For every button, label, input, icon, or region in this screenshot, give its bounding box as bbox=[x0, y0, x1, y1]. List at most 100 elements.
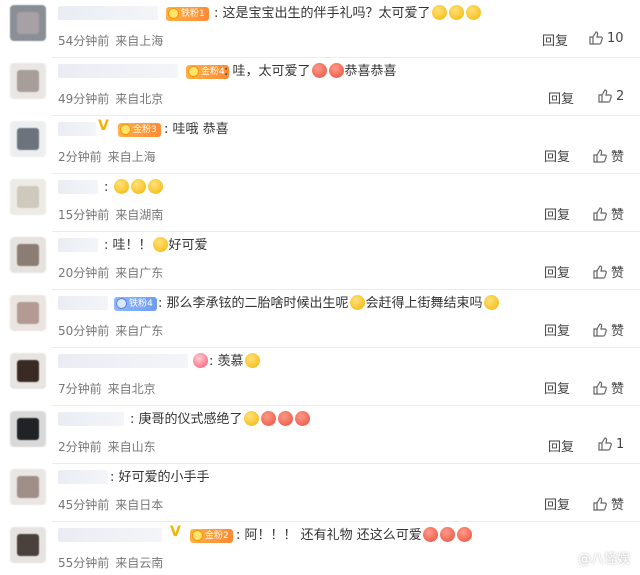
username-blurred[interactable] bbox=[58, 64, 178, 78]
thumbs-up-icon bbox=[589, 31, 603, 45]
comment-time: 15分钟前 bbox=[58, 208, 110, 222]
reply-button[interactable]: 回复 bbox=[544, 378, 570, 397]
comment-time: 50分钟前 bbox=[58, 324, 110, 338]
thumbs-up-icon bbox=[598, 89, 612, 103]
emoji-icon bbox=[193, 353, 208, 368]
emoji-icon bbox=[260, 411, 276, 426]
reply-button[interactable]: 回复 bbox=[544, 146, 570, 165]
username-blurred[interactable] bbox=[58, 412, 124, 426]
username-blurred[interactable] bbox=[58, 354, 188, 368]
thumbs-up-icon bbox=[593, 264, 607, 279]
emoji-icon bbox=[294, 411, 310, 426]
comment-list: 铁粉1 : 这是宝宝出生的伴手礼吗？太可爱了 54分钟前 来自上海 回复 10 金… bbox=[0, 0, 640, 575]
emoji-icon bbox=[422, 527, 438, 542]
reply-button[interactable]: 回复 bbox=[548, 436, 574, 455]
username-blurred[interactable] bbox=[58, 6, 158, 20]
comment-row: : 15分钟前 来自湖南 回复 赞 bbox=[0, 174, 640, 232]
watermark-logo-icon bbox=[557, 549, 574, 566]
like-button[interactable]: 赞 bbox=[592, 262, 624, 281]
comment-location: 来自上海 bbox=[107, 150, 156, 164]
comment-location: 来自山东 bbox=[107, 440, 156, 454]
comment-meta: 49分钟前 来自北京 bbox=[58, 90, 163, 107]
fan-badge-label: 金粉3 bbox=[133, 125, 157, 135]
username-blurred[interactable] bbox=[58, 122, 96, 136]
comment-text: : 哇！！ 好可爱 bbox=[104, 237, 208, 253]
like-button[interactable]: 赞 bbox=[592, 146, 624, 165]
comment-text: : 哇哦 恭喜 bbox=[164, 122, 229, 137]
comment-location: 来自北京 bbox=[107, 382, 156, 396]
reply-button[interactable]: 回复 bbox=[544, 320, 570, 339]
avatar[interactable] bbox=[10, 63, 46, 99]
comment-body: 哇，太可爱了 bbox=[232, 64, 311, 79]
comment-time: 45分钟前 bbox=[58, 498, 110, 512]
like-button[interactable]: 赞 bbox=[592, 320, 624, 339]
reply-button[interactable]: 回复 bbox=[542, 30, 568, 49]
comment-text: : 阿！！！ 还有礼物 还这么可爱 bbox=[236, 526, 473, 546]
emoji-icon bbox=[456, 527, 472, 542]
comment-text: : 那么李承铉的二胎啥时候出生呢 会赶得上街舞结束吗 bbox=[158, 294, 500, 314]
emoji-icon bbox=[243, 411, 259, 426]
comment-row: : 庚哥的仪式感绝了 2分钟前 来自山东 回复 1 bbox=[0, 406, 640, 464]
avatar[interactable] bbox=[10, 469, 46, 505]
avatar[interactable] bbox=[10, 411, 46, 447]
thumbs-up-icon bbox=[593, 380, 607, 395]
comment-text: : 羡慕 bbox=[192, 352, 261, 372]
avatar[interactable] bbox=[10, 527, 46, 563]
avatar[interactable] bbox=[10, 179, 46, 215]
comment-time: 49分钟前 bbox=[58, 92, 110, 106]
comment-body: 阿！！！ 还有礼物 还这么可爱 bbox=[244, 528, 422, 543]
emoji-icon bbox=[277, 411, 293, 426]
like-button[interactable]: 赞 bbox=[592, 494, 624, 513]
like-button[interactable]: 10 bbox=[588, 30, 624, 46]
avatar[interactable] bbox=[10, 5, 46, 41]
emoji-icon bbox=[431, 5, 447, 20]
avatar[interactable] bbox=[10, 237, 46, 273]
comment-meta: 50分钟前 来自广东 bbox=[58, 322, 163, 339]
like-button[interactable]: 2 bbox=[597, 88, 624, 104]
avatar[interactable] bbox=[10, 121, 46, 157]
fan-badge: 铁粉4 bbox=[114, 297, 157, 311]
comment-row: : 哇！！ 好可爱 20分钟前 来自广东 回复 赞 bbox=[0, 232, 640, 290]
reply-button[interactable]: 回复 bbox=[544, 494, 570, 513]
comment-location: 来自云南 bbox=[115, 556, 164, 570]
like-count: 赞 bbox=[611, 324, 625, 339]
reply-button[interactable]: 回复 bbox=[548, 88, 574, 107]
comment-body: 哇！！ bbox=[112, 238, 152, 253]
username-blurred[interactable] bbox=[58, 296, 108, 310]
like-count: 赞 bbox=[611, 150, 625, 165]
comment-time: 54分钟前 bbox=[58, 34, 110, 48]
comment-location: 来自日本 bbox=[115, 498, 164, 512]
avatar[interactable] bbox=[10, 295, 46, 331]
like-count: 赞 bbox=[611, 266, 625, 281]
like-count: 赞 bbox=[611, 498, 625, 513]
comment-row: : 好可爱的小手手 45分钟前 来自日本 回复 赞 bbox=[0, 464, 640, 522]
fan-badge: 金粉2 bbox=[190, 529, 233, 543]
comment-body: 羡慕 bbox=[217, 354, 244, 369]
like-count: 赞 bbox=[611, 382, 625, 397]
comment-body-continued: 好可爱 bbox=[168, 238, 208, 253]
emoji-icon bbox=[130, 179, 146, 194]
comment-time: 2分钟前 bbox=[58, 150, 102, 164]
comment-time: 20分钟前 bbox=[58, 266, 110, 280]
comment-row: 铁粉1 : 这是宝宝出生的伴手礼吗？太可爱了 54分钟前 来自上海 回复 10 bbox=[0, 0, 640, 58]
like-button[interactable]: 赞 bbox=[592, 378, 624, 397]
thumbs-up-icon bbox=[593, 322, 607, 337]
reply-button[interactable]: 回复 bbox=[544, 262, 570, 281]
username-blurred[interactable] bbox=[58, 180, 98, 194]
emoji-icon bbox=[328, 63, 344, 78]
emoji-icon bbox=[483, 295, 499, 310]
comment-meta: 15分钟前 来自湖南 bbox=[58, 206, 163, 223]
comment-location: 来自湖南 bbox=[115, 208, 164, 222]
username-blurred[interactable] bbox=[58, 528, 162, 542]
like-button[interactable]: 赞 bbox=[592, 204, 624, 223]
username-blurred[interactable] bbox=[58, 238, 98, 252]
reply-button[interactable]: 回复 bbox=[544, 204, 570, 223]
comment-body: 庚哥的仪式感绝了 bbox=[138, 412, 243, 427]
comment-meta: 2分钟前 来自山东 bbox=[58, 438, 156, 455]
comment-meta: 45分钟前 来自日本 bbox=[58, 496, 163, 513]
username-blurred[interactable] bbox=[58, 470, 108, 484]
emoji-icon bbox=[147, 179, 163, 194]
avatar[interactable] bbox=[10, 353, 46, 389]
comment-row: 金粉4 : 哇，太可爱了 恭喜恭喜 49分钟前 来自北京 回复 2 bbox=[0, 58, 640, 116]
like-button[interactable]: 1 bbox=[597, 436, 624, 452]
